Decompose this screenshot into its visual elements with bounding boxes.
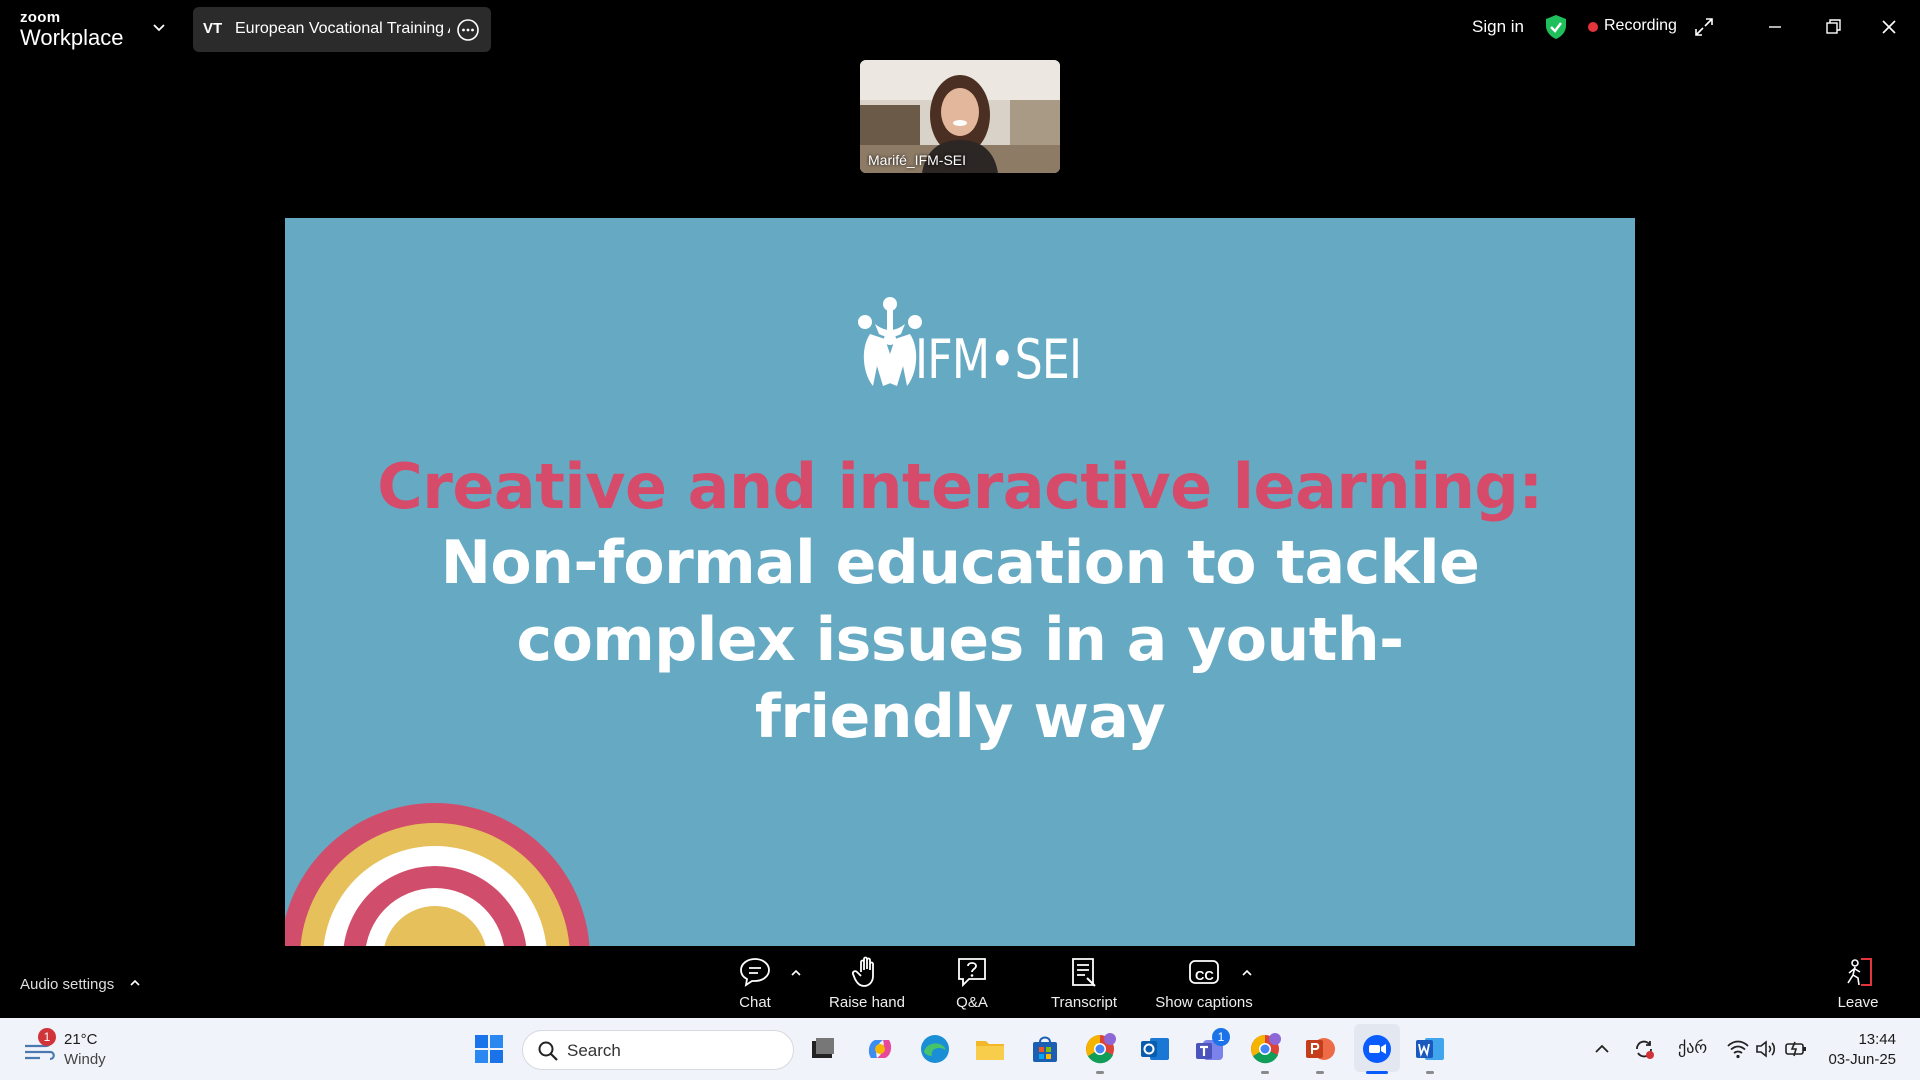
windows-taskbar: 1 21°C Windy Search 1 ქარ 13:44 03-Jun-2… (0, 1018, 1920, 1080)
chat-label: Chat (739, 994, 771, 1011)
hand-icon (851, 956, 874, 987)
minimize-icon[interactable] (1762, 14, 1788, 40)
time: 13:44 (1858, 1031, 1896, 1048)
leave-button[interactable]: Leave (1836, 956, 1880, 1011)
qa-label: Q&A (956, 994, 988, 1011)
leave-icon (1847, 958, 1872, 986)
brand-small: zoom (20, 9, 61, 26)
slide-title-line-2: Non-formal education to tackle complex i… (440, 528, 1480, 752)
sign-in-link[interactable]: Sign in (1472, 17, 1524, 37)
more-options-icon[interactable] (456, 18, 480, 42)
sync-icon[interactable] (1632, 1037, 1656, 1061)
chevron-up-icon[interactable] (128, 976, 142, 990)
shared-slide: IFM•SEI Creative and interactive learnin… (285, 218, 1635, 946)
running-indicator (1316, 1071, 1324, 1074)
volume-icon[interactable] (1754, 1037, 1778, 1061)
leave-label: Leave (1837, 994, 1879, 1011)
chevron-up-icon[interactable] (1240, 966, 1254, 980)
title-bar: zoom Workplace VT European Vocational Tr… (0, 0, 1920, 56)
date: 03-Jun-25 (1828, 1051, 1896, 1068)
file-explorer-icon[interactable] (973, 1032, 1007, 1066)
slide-title-line-1: Creative and interactive learning: (377, 450, 1543, 523)
running-indicator (1261, 1071, 1269, 1074)
powerpoint-icon[interactable] (1303, 1032, 1337, 1066)
qa-button[interactable]: Q&A (950, 956, 994, 1011)
chat-button[interactable]: Chat (733, 956, 777, 1011)
security-shield-icon[interactable] (1544, 14, 1568, 40)
participant-name: Marifé_IFM-SEI (868, 152, 967, 168)
task-view-icon[interactable] (806, 1032, 840, 1066)
outlook-icon[interactable] (1138, 1032, 1172, 1066)
active-indicator (1366, 1071, 1388, 1074)
transcript-label: Transcript (1050, 994, 1118, 1011)
recording-dot-icon (1588, 22, 1598, 32)
teams-badge: 1 (1212, 1028, 1230, 1046)
clock[interactable]: 13:44 03-Jun-25 (1826, 1030, 1896, 1070)
copilot-icon[interactable] (863, 1032, 897, 1066)
zoom-workplace-logo[interactable]: zoom Workplace (20, 10, 124, 49)
search-placeholder: Search (567, 1041, 621, 1060)
question-icon (958, 958, 986, 988)
battery-icon[interactable] (1784, 1037, 1808, 1061)
raise-hand-label: Raise hand (829, 994, 905, 1011)
rainbow-decoration (285, 803, 590, 946)
chevron-up-icon[interactable] (789, 966, 803, 980)
zoom-icon[interactable] (1360, 1032, 1394, 1066)
audio-settings-button[interactable]: Audio settings (20, 976, 114, 993)
slide-title: Creative and interactive learning: Non-f… (285, 448, 1635, 756)
running-indicator (1096, 1071, 1104, 1074)
search-input[interactable]: Search (522, 1030, 794, 1070)
weather-badge: 1 (38, 1028, 56, 1046)
meeting-name: European Vocational Training Ass (235, 20, 450, 37)
wifi-icon[interactable] (1726, 1037, 1750, 1061)
running-indicator (1426, 1071, 1434, 1074)
show-captions-button[interactable]: Show captions (1153, 956, 1255, 1011)
weather-condition[interactable]: Windy (64, 1051, 106, 1068)
show-captions-label: Show captions (1155, 994, 1253, 1011)
meeting-icon: VT (203, 20, 223, 37)
chat-icon (740, 958, 770, 987)
participant-video[interactable]: Marifé_IFM-SEI (860, 60, 1060, 173)
language-indicator[interactable]: ქარ (1678, 1038, 1707, 1058)
raise-hand-button[interactable]: Raise hand (826, 956, 908, 1011)
search-icon (538, 1041, 558, 1061)
chevron-down-icon[interactable] (150, 18, 168, 36)
chrome-icon[interactable] (1248, 1032, 1282, 1066)
restore-icon[interactable] (1820, 14, 1846, 40)
transcript-button[interactable]: Transcript (1048, 956, 1120, 1011)
shared-screen-header (285, 176, 1635, 218)
temperature[interactable]: 21°C (64, 1031, 98, 1048)
store-icon[interactable] (1028, 1032, 1062, 1066)
ifm-sei-logo-text: IFM•SEI (915, 328, 1082, 391)
edge-icon[interactable] (918, 1032, 952, 1066)
meeting-controls: Audio settings Chat Raise hand Q&A Trans… (0, 946, 1920, 1018)
cc-icon-text: CC (1195, 968, 1214, 983)
meeting-info-pill[interactable]: VT European Vocational Training Ass (193, 7, 491, 52)
transcript-icon (1072, 958, 1096, 987)
brand-big: Workplace (20, 25, 124, 50)
chevron-up-icon[interactable] (1590, 1037, 1614, 1061)
recording-label: Recording (1604, 17, 1677, 34)
fullscreen-icon[interactable] (1693, 16, 1715, 38)
close-icon[interactable] (1876, 14, 1902, 40)
chrome-icon[interactable] (1083, 1032, 1117, 1066)
start-icon[interactable] (472, 1032, 506, 1066)
word-icon[interactable] (1413, 1032, 1447, 1066)
